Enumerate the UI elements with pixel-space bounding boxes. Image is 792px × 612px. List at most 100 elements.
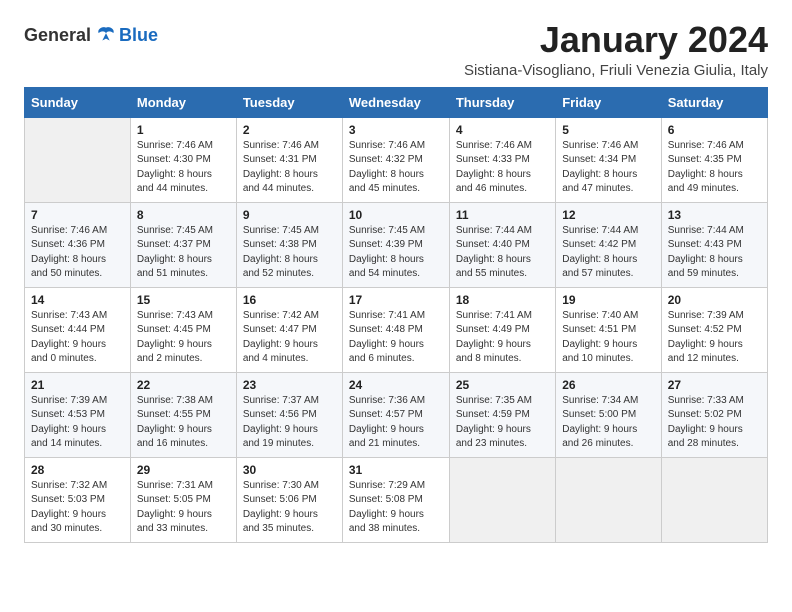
- logo: General Blue: [24, 24, 158, 46]
- day-number: 29: [137, 463, 230, 477]
- day-info: Sunrise: 7:38 AM Sunset: 4:55 PM Dayligh…: [137, 394, 230, 452]
- title-area: January 2024 Sistiana-Visogliano, Friuli…: [464, 20, 768, 79]
- day-info: Sunrise: 7:41 AM Sunset: 4:48 PM Dayligh…: [349, 309, 443, 367]
- calendar-cell: 19 Sunrise: 7:40 AM Sunset: 4:51 PM Dayli…: [556, 287, 662, 372]
- month-title: January 2024: [464, 20, 768, 60]
- week-row-3: 14 Sunrise: 7:43 AM Sunset: 4:44 PM Dayli…: [25, 287, 768, 372]
- day-info: Sunrise: 7:46 AM Sunset: 4:32 PM Dayligh…: [349, 139, 443, 197]
- calendar-cell: 26 Sunrise: 7:34 AM Sunset: 5:00 PM Dayli…: [556, 372, 662, 457]
- day-number: 7: [31, 208, 124, 222]
- week-row-2: 7 Sunrise: 7:46 AM Sunset: 4:36 PM Daylig…: [25, 202, 768, 287]
- day-info: Sunrise: 7:37 AM Sunset: 4:56 PM Dayligh…: [243, 394, 336, 452]
- location-subtitle: Sistiana-Visogliano, Friuli Venezia Giul…: [464, 62, 768, 79]
- weekday-header-thursday: Thursday: [449, 87, 555, 117]
- calendar-cell: 20Sunrise: 7:39 AM Sunset: 4:52 PM Dayli…: [661, 287, 767, 372]
- weekday-header-saturday: Saturday: [661, 87, 767, 117]
- week-row-4: 21 Sunrise: 7:39 AM Sunset: 4:53 PM Dayli…: [25, 372, 768, 457]
- day-info: Sunrise: 7:30 AM Sunset: 5:06 PM Dayligh…: [243, 479, 336, 537]
- day-info: Sunrise: 7:44 AM Sunset: 4:42 PM Dayligh…: [562, 224, 655, 282]
- calendar-cell: 13Sunrise: 7:44 AM Sunset: 4:43 PM Dayli…: [661, 202, 767, 287]
- calendar-cell: [556, 457, 662, 542]
- day-number: 11: [456, 208, 549, 222]
- day-info: Sunrise: 7:46 AM Sunset: 4:36 PM Dayligh…: [31, 224, 124, 282]
- day-number: 3: [349, 123, 443, 137]
- calendar-cell: 14 Sunrise: 7:43 AM Sunset: 4:44 PM Dayli…: [25, 287, 131, 372]
- day-number: 30: [243, 463, 336, 477]
- day-info: Sunrise: 7:34 AM Sunset: 5:00 PM Dayligh…: [562, 394, 655, 452]
- day-info: Sunrise: 7:43 AM Sunset: 4:45 PM Dayligh…: [137, 309, 230, 367]
- day-info: Sunrise: 7:39 AM Sunset: 4:53 PM Dayligh…: [31, 394, 124, 452]
- calendar-cell: 2 Sunrise: 7:46 AM Sunset: 4:31 PM Daylig…: [236, 117, 342, 202]
- calendar-cell: 12Sunrise: 7:44 AM Sunset: 4:42 PM Dayli…: [556, 202, 662, 287]
- week-row-5: 28 Sunrise: 7:32 AM Sunset: 5:03 PM Dayli…: [25, 457, 768, 542]
- calendar-cell: 6Sunrise: 7:46 AM Sunset: 4:35 PM Daylig…: [661, 117, 767, 202]
- logo-bird-icon: [95, 24, 117, 46]
- day-info: Sunrise: 7:45 AM Sunset: 4:37 PM Dayligh…: [137, 224, 230, 282]
- calendar-cell: 1 Sunrise: 7:46 AM Sunset: 4:30 PM Daylig…: [130, 117, 236, 202]
- day-info: Sunrise: 7:46 AM Sunset: 4:33 PM Dayligh…: [456, 139, 549, 197]
- calendar-cell: 23 Sunrise: 7:37 AM Sunset: 4:56 PM Dayli…: [236, 372, 342, 457]
- day-number: 2: [243, 123, 336, 137]
- calendar-cell: 8 Sunrise: 7:45 AM Sunset: 4:37 PM Daylig…: [130, 202, 236, 287]
- day-number: 6: [668, 123, 761, 137]
- weekday-header-monday: Monday: [130, 87, 236, 117]
- calendar-cell: 5Sunrise: 7:46 AM Sunset: 4:34 PM Daylig…: [556, 117, 662, 202]
- calendar-cell: [25, 117, 131, 202]
- day-info: Sunrise: 7:42 AM Sunset: 4:47 PM Dayligh…: [243, 309, 336, 367]
- day-number: 25: [456, 378, 549, 392]
- calendar-cell: 11 Sunrise: 7:44 AM Sunset: 4:40 PM Dayli…: [449, 202, 555, 287]
- calendar-cell: [449, 457, 555, 542]
- day-info: Sunrise: 7:45 AM Sunset: 4:38 PM Dayligh…: [243, 224, 336, 282]
- weekday-header-wednesday: Wednesday: [342, 87, 449, 117]
- calendar-cell: 21 Sunrise: 7:39 AM Sunset: 4:53 PM Dayli…: [25, 372, 131, 457]
- logo-general-text: General: [24, 25, 91, 46]
- weekday-header-row: SundayMondayTuesdayWednesdayThursdayFrid…: [25, 87, 768, 117]
- calendar-cell: 31 Sunrise: 7:29 AM Sunset: 5:08 PM Dayli…: [342, 457, 449, 542]
- day-info: Sunrise: 7:31 AM Sunset: 5:05 PM Dayligh…: [137, 479, 230, 537]
- weekday-header-tuesday: Tuesday: [236, 87, 342, 117]
- day-number: 23: [243, 378, 336, 392]
- logo-blue-text: Blue: [119, 25, 158, 46]
- weekday-header-friday: Friday: [556, 87, 662, 117]
- day-info: Sunrise: 7:40 AM Sunset: 4:51 PM Dayligh…: [562, 309, 655, 367]
- calendar-cell: 16 Sunrise: 7:42 AM Sunset: 4:47 PM Dayli…: [236, 287, 342, 372]
- calendar-table: SundayMondayTuesdayWednesdayThursdayFrid…: [24, 87, 768, 543]
- day-info: Sunrise: 7:45 AM Sunset: 4:39 PM Dayligh…: [349, 224, 443, 282]
- day-info: Sunrise: 7:39 AM Sunset: 4:52 PM Dayligh…: [668, 309, 761, 367]
- day-number: 8: [137, 208, 230, 222]
- weekday-header-sunday: Sunday: [25, 87, 131, 117]
- day-info: Sunrise: 7:46 AM Sunset: 4:31 PM Dayligh…: [243, 139, 336, 197]
- day-number: 19: [562, 293, 655, 307]
- day-number: 4: [456, 123, 549, 137]
- calendar-cell: [661, 457, 767, 542]
- day-number: 27: [668, 378, 761, 392]
- calendar-cell: 29 Sunrise: 7:31 AM Sunset: 5:05 PM Dayli…: [130, 457, 236, 542]
- calendar-cell: 7 Sunrise: 7:46 AM Sunset: 4:36 PM Daylig…: [25, 202, 131, 287]
- day-number: 10: [349, 208, 443, 222]
- calendar-cell: 22 Sunrise: 7:38 AM Sunset: 4:55 PM Dayli…: [130, 372, 236, 457]
- day-info: Sunrise: 7:44 AM Sunset: 4:40 PM Dayligh…: [456, 224, 549, 282]
- calendar-cell: 28 Sunrise: 7:32 AM Sunset: 5:03 PM Dayli…: [25, 457, 131, 542]
- day-info: Sunrise: 7:32 AM Sunset: 5:03 PM Dayligh…: [31, 479, 124, 537]
- calendar-cell: 25Sunrise: 7:35 AM Sunset: 4:59 PM Dayli…: [449, 372, 555, 457]
- day-number: 22: [137, 378, 230, 392]
- day-info: Sunrise: 7:46 AM Sunset: 4:30 PM Dayligh…: [137, 139, 230, 197]
- calendar-cell: 9Sunrise: 7:45 AM Sunset: 4:38 PM Daylig…: [236, 202, 342, 287]
- calendar-cell: 24Sunrise: 7:36 AM Sunset: 4:57 PM Dayli…: [342, 372, 449, 457]
- calendar-cell: 3 Sunrise: 7:46 AM Sunset: 4:32 PM Daylig…: [342, 117, 449, 202]
- day-info: Sunrise: 7:29 AM Sunset: 5:08 PM Dayligh…: [349, 479, 443, 537]
- day-number: 21: [31, 378, 124, 392]
- day-info: Sunrise: 7:43 AM Sunset: 4:44 PM Dayligh…: [31, 309, 124, 367]
- calendar-cell: 30 Sunrise: 7:30 AM Sunset: 5:06 PM Dayli…: [236, 457, 342, 542]
- day-info: Sunrise: 7:41 AM Sunset: 4:49 PM Dayligh…: [456, 309, 549, 367]
- day-number: 31: [349, 463, 443, 477]
- day-number: 26: [562, 378, 655, 392]
- day-number: 5: [562, 123, 655, 137]
- day-number: 14: [31, 293, 124, 307]
- day-number: 28: [31, 463, 124, 477]
- calendar-cell: 27 Sunrise: 7:33 AM Sunset: 5:02 PM Dayli…: [661, 372, 767, 457]
- day-number: 1: [137, 123, 230, 137]
- calendar-cell: 4 Sunrise: 7:46 AM Sunset: 4:33 PM Daylig…: [449, 117, 555, 202]
- day-info: Sunrise: 7:33 AM Sunset: 5:02 PM Dayligh…: [668, 394, 761, 452]
- day-number: 16: [243, 293, 336, 307]
